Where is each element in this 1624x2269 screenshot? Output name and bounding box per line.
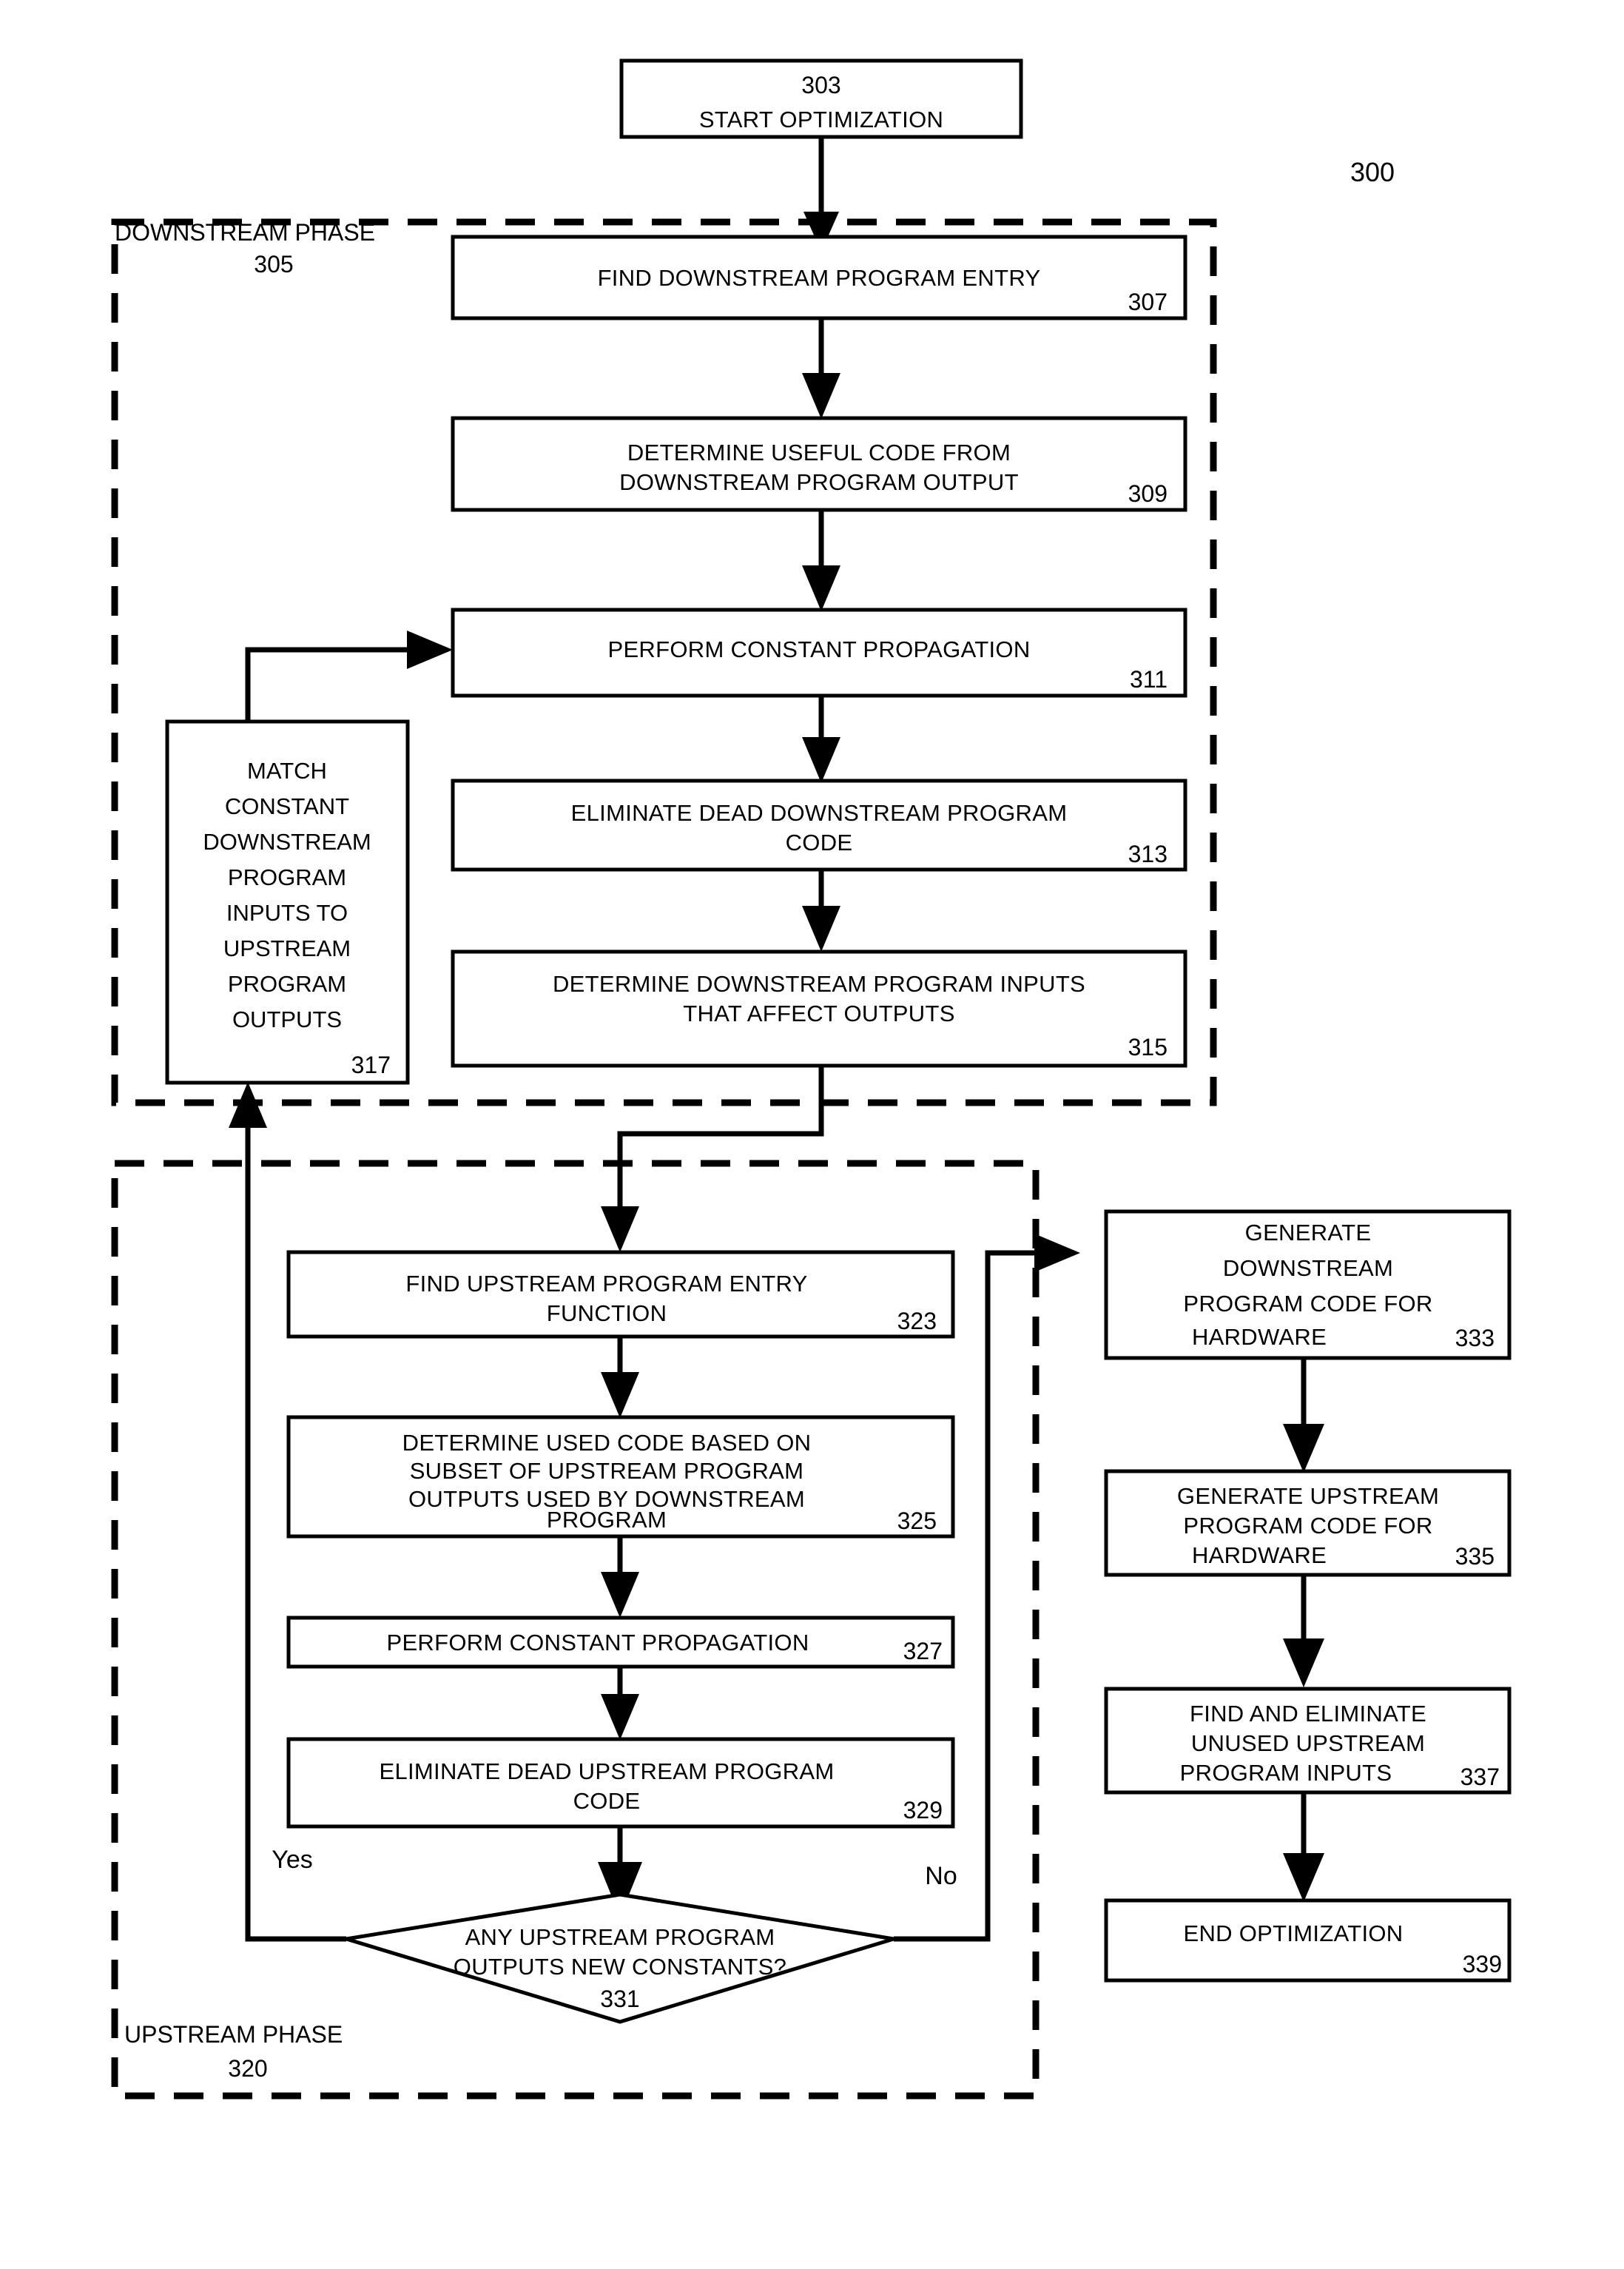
node-307-line-0: FIND DOWNSTREAM PROGRAM ENTRY xyxy=(598,265,1041,291)
node-313-ref: 313 xyxy=(1128,841,1168,867)
node-309-ref: 309 xyxy=(1128,480,1168,507)
arrowhead-311-313 xyxy=(802,737,840,783)
node-333-line-2: PROGRAM CODE FOR xyxy=(1183,1291,1432,1317)
node-317-ref: 317 xyxy=(351,1052,391,1078)
node-309-line-0: DETERMINE USEFUL CODE FROM xyxy=(627,440,1011,465)
node-325-line-0: DETERMINE USED CODE BASED ON xyxy=(402,1430,812,1456)
arrowhead-323-325 xyxy=(601,1372,639,1418)
node-313-line-1: CODE xyxy=(786,830,853,856)
node-333-line-1: DOWNSTREAM xyxy=(1223,1255,1393,1281)
node-311-line-0: PERFORM CONSTANT PROPAGATION xyxy=(607,636,1030,662)
upstream-phase-label: UPSTREAM PHASE xyxy=(124,2021,343,2048)
node-317-line-7: OUTPUTS xyxy=(232,1006,342,1032)
node-313-line-0: ELIMINATE DEAD DOWNSTREAM PROGRAM xyxy=(571,800,1068,826)
figure-number: 300 xyxy=(1350,157,1395,187)
node-337-line-2: PROGRAM INPUTS xyxy=(1180,1760,1392,1786)
node-335-line-2: HARDWARE xyxy=(1192,1542,1327,1568)
node-337-line-0: FIND AND ELIMINATE xyxy=(1190,1701,1426,1727)
node-perform-constant-propagation-downstream[interactable]: PERFORM CONSTANT PROPAGATION 311 xyxy=(451,608,1187,698)
node-any-upstream-outputs-new-constants[interactable]: ANY UPSTREAM PROGRAM OUTPUTS NEW CONSTAN… xyxy=(346,1892,894,2024)
node-327-line-0: PERFORM CONSTANT PROPAGATION xyxy=(386,1630,809,1655)
upstream-phase-label-group: UPSTREAM PHASE 320 xyxy=(124,2021,343,2082)
node-327-ref: 327 xyxy=(903,1638,943,1664)
arrowhead-no-333 xyxy=(1034,1234,1080,1272)
node-337-line-1: UNUSED UPSTREAM xyxy=(1191,1730,1425,1756)
node-333-ref: 333 xyxy=(1455,1325,1495,1351)
node-determine-useful-code[interactable]: DETERMINE USEFUL CODE FROM DOWNSTREAM PR… xyxy=(451,416,1187,512)
downstream-phase-ref: 305 xyxy=(254,251,293,278)
arrowhead-317-311 xyxy=(407,631,453,669)
node-335-line-0: GENERATE UPSTREAM xyxy=(1177,1483,1439,1509)
flowchart-canvas: 303 START OPTIMIZATION FIND DOWNSTREAM P… xyxy=(111,58,1512,2100)
arrowhead-335-337 xyxy=(1283,1638,1324,1687)
connector-317-311 xyxy=(245,647,425,722)
node-generate-downstream-program-code[interactable]: GENERATE DOWNSTREAM PROGRAM CODE FOR HAR… xyxy=(1104,1209,1512,1360)
node-find-eliminate-unused-inputs[interactable]: FIND AND ELIMINATE UNUSED UPSTREAM PROGR… xyxy=(1104,1687,1512,1795)
node-315-line-1: THAT AFFECT OUTPUTS xyxy=(683,1001,954,1026)
downstream-phase-label: DOWNSTREAM PHASE xyxy=(115,219,375,246)
node-317-line-1: CONSTANT xyxy=(225,793,349,819)
node-323-line-1: FUNCTION xyxy=(547,1300,667,1326)
node-eliminate-dead-upstream-code[interactable]: ELIMINATE DEAD UPSTREAM PROGRAM CODE 329 xyxy=(286,1737,955,1829)
node-end-optimization[interactable]: END OPTIMIZATION 339 xyxy=(1104,1898,1512,1983)
node-find-upstream-program-entry[interactable]: FIND UPSTREAM PROGRAM ENTRY FUNCTION 323 xyxy=(286,1250,955,1339)
node-329-line-0: ELIMINATE DEAD UPSTREAM PROGRAM xyxy=(379,1758,834,1784)
node-329-line-1: CODE xyxy=(573,1788,641,1814)
arrowhead-333-335 xyxy=(1283,1424,1324,1473)
connector-315-323 xyxy=(617,1066,824,1225)
node-339-ref: 339 xyxy=(1463,1951,1502,1977)
arrowhead-315-323 xyxy=(601,1206,639,1252)
branch-label-yes: Yes xyxy=(272,1846,312,1874)
node-323-line-0: FIND UPSTREAM PROGRAM ENTRY xyxy=(405,1271,807,1297)
arrowhead-325-327 xyxy=(601,1572,639,1618)
node-329-ref: 329 xyxy=(903,1797,943,1823)
arrowhead-337-339 xyxy=(1283,1853,1324,1902)
arrowhead-309-311 xyxy=(802,565,840,611)
node-331-line-0: ANY UPSTREAM PROGRAM xyxy=(465,1924,775,1950)
downstream-phase-label-group: DOWNSTREAM PHASE 305 xyxy=(115,219,375,278)
arrowhead-313-315 xyxy=(802,906,840,952)
node-315-line-0: DETERMINE DOWNSTREAM PROGRAM INPUTS xyxy=(553,971,1085,997)
node-337-ref: 337 xyxy=(1460,1764,1500,1790)
node-311-ref: 311 xyxy=(1130,666,1168,693)
node-323-ref: 323 xyxy=(897,1308,937,1334)
node-generate-upstream-program-code[interactable]: GENERATE UPSTREAM PROGRAM CODE FOR HARDW… xyxy=(1104,1469,1512,1577)
node-331-ref: 331 xyxy=(600,1986,639,2012)
connector-no-333 xyxy=(894,1250,1051,1942)
node-335-line-1: PROGRAM CODE FOR xyxy=(1183,1513,1432,1539)
node-match-constant-inputs-to-outputs[interactable]: MATCH CONSTANT DOWNSTREAM PROGRAM INPUTS… xyxy=(165,719,410,1085)
node-determine-used-code-subset[interactable]: DETERMINE USED CODE BASED ON SUBSET OF U… xyxy=(286,1415,955,1539)
branch-label-no: No xyxy=(925,1862,957,1890)
node-perform-constant-propagation-upstream[interactable]: PERFORM CONSTANT PROPAGATION 327 xyxy=(286,1616,955,1669)
node-309-line-1: DOWNSTREAM PROGRAM OUTPUT xyxy=(619,469,1019,495)
node-333-line-3: HARDWARE xyxy=(1192,1324,1327,1350)
node-eliminate-dead-downstream-code[interactable]: ELIMINATE DEAD DOWNSTREAM PROGRAM CODE 3… xyxy=(451,779,1187,872)
node-339-line-0: END OPTIMIZATION xyxy=(1184,1920,1404,1946)
node-335-ref: 335 xyxy=(1455,1543,1495,1570)
node-317-line-5: UPSTREAM xyxy=(223,935,351,961)
node-333-line-0: GENERATE xyxy=(1245,1220,1372,1246)
node-317-line-4: INPUTS TO xyxy=(226,900,348,926)
node-303-ref: 303 xyxy=(801,72,840,98)
node-307-ref: 307 xyxy=(1128,289,1168,315)
node-determine-downstream-inputs[interactable]: DETERMINE DOWNSTREAM PROGRAM INPUTS THAT… xyxy=(451,949,1187,1068)
node-317-line-0: MATCH xyxy=(247,758,327,784)
node-303-line-0: START OPTIMIZATION xyxy=(699,107,943,132)
node-331-line-1: OUTPUTS NEW CONSTANTS? xyxy=(454,1954,786,1980)
node-317-line-2: DOWNSTREAM xyxy=(203,829,371,855)
node-325-line-3: PROGRAM xyxy=(547,1507,667,1533)
node-317-line-6: PROGRAM xyxy=(228,971,346,997)
patent-figure-300: 303 START OPTIMIZATION FIND DOWNSTREAM P… xyxy=(0,0,1624,2269)
node-325-ref: 325 xyxy=(897,1507,937,1534)
arrowhead-327-329 xyxy=(601,1694,639,1740)
node-start-optimization[interactable]: 303 START OPTIMIZATION xyxy=(619,58,1023,139)
arrowhead-307-309 xyxy=(802,373,840,419)
node-315-ref: 315 xyxy=(1128,1034,1168,1060)
node-325-line-1: SUBSET OF UPSTREAM PROGRAM xyxy=(410,1458,804,1484)
node-317-line-3: PROGRAM xyxy=(228,864,346,890)
upstream-phase-ref: 320 xyxy=(228,2055,267,2082)
node-find-downstream-program-entry[interactable]: FIND DOWNSTREAM PROGRAM ENTRY 307 xyxy=(451,235,1187,320)
